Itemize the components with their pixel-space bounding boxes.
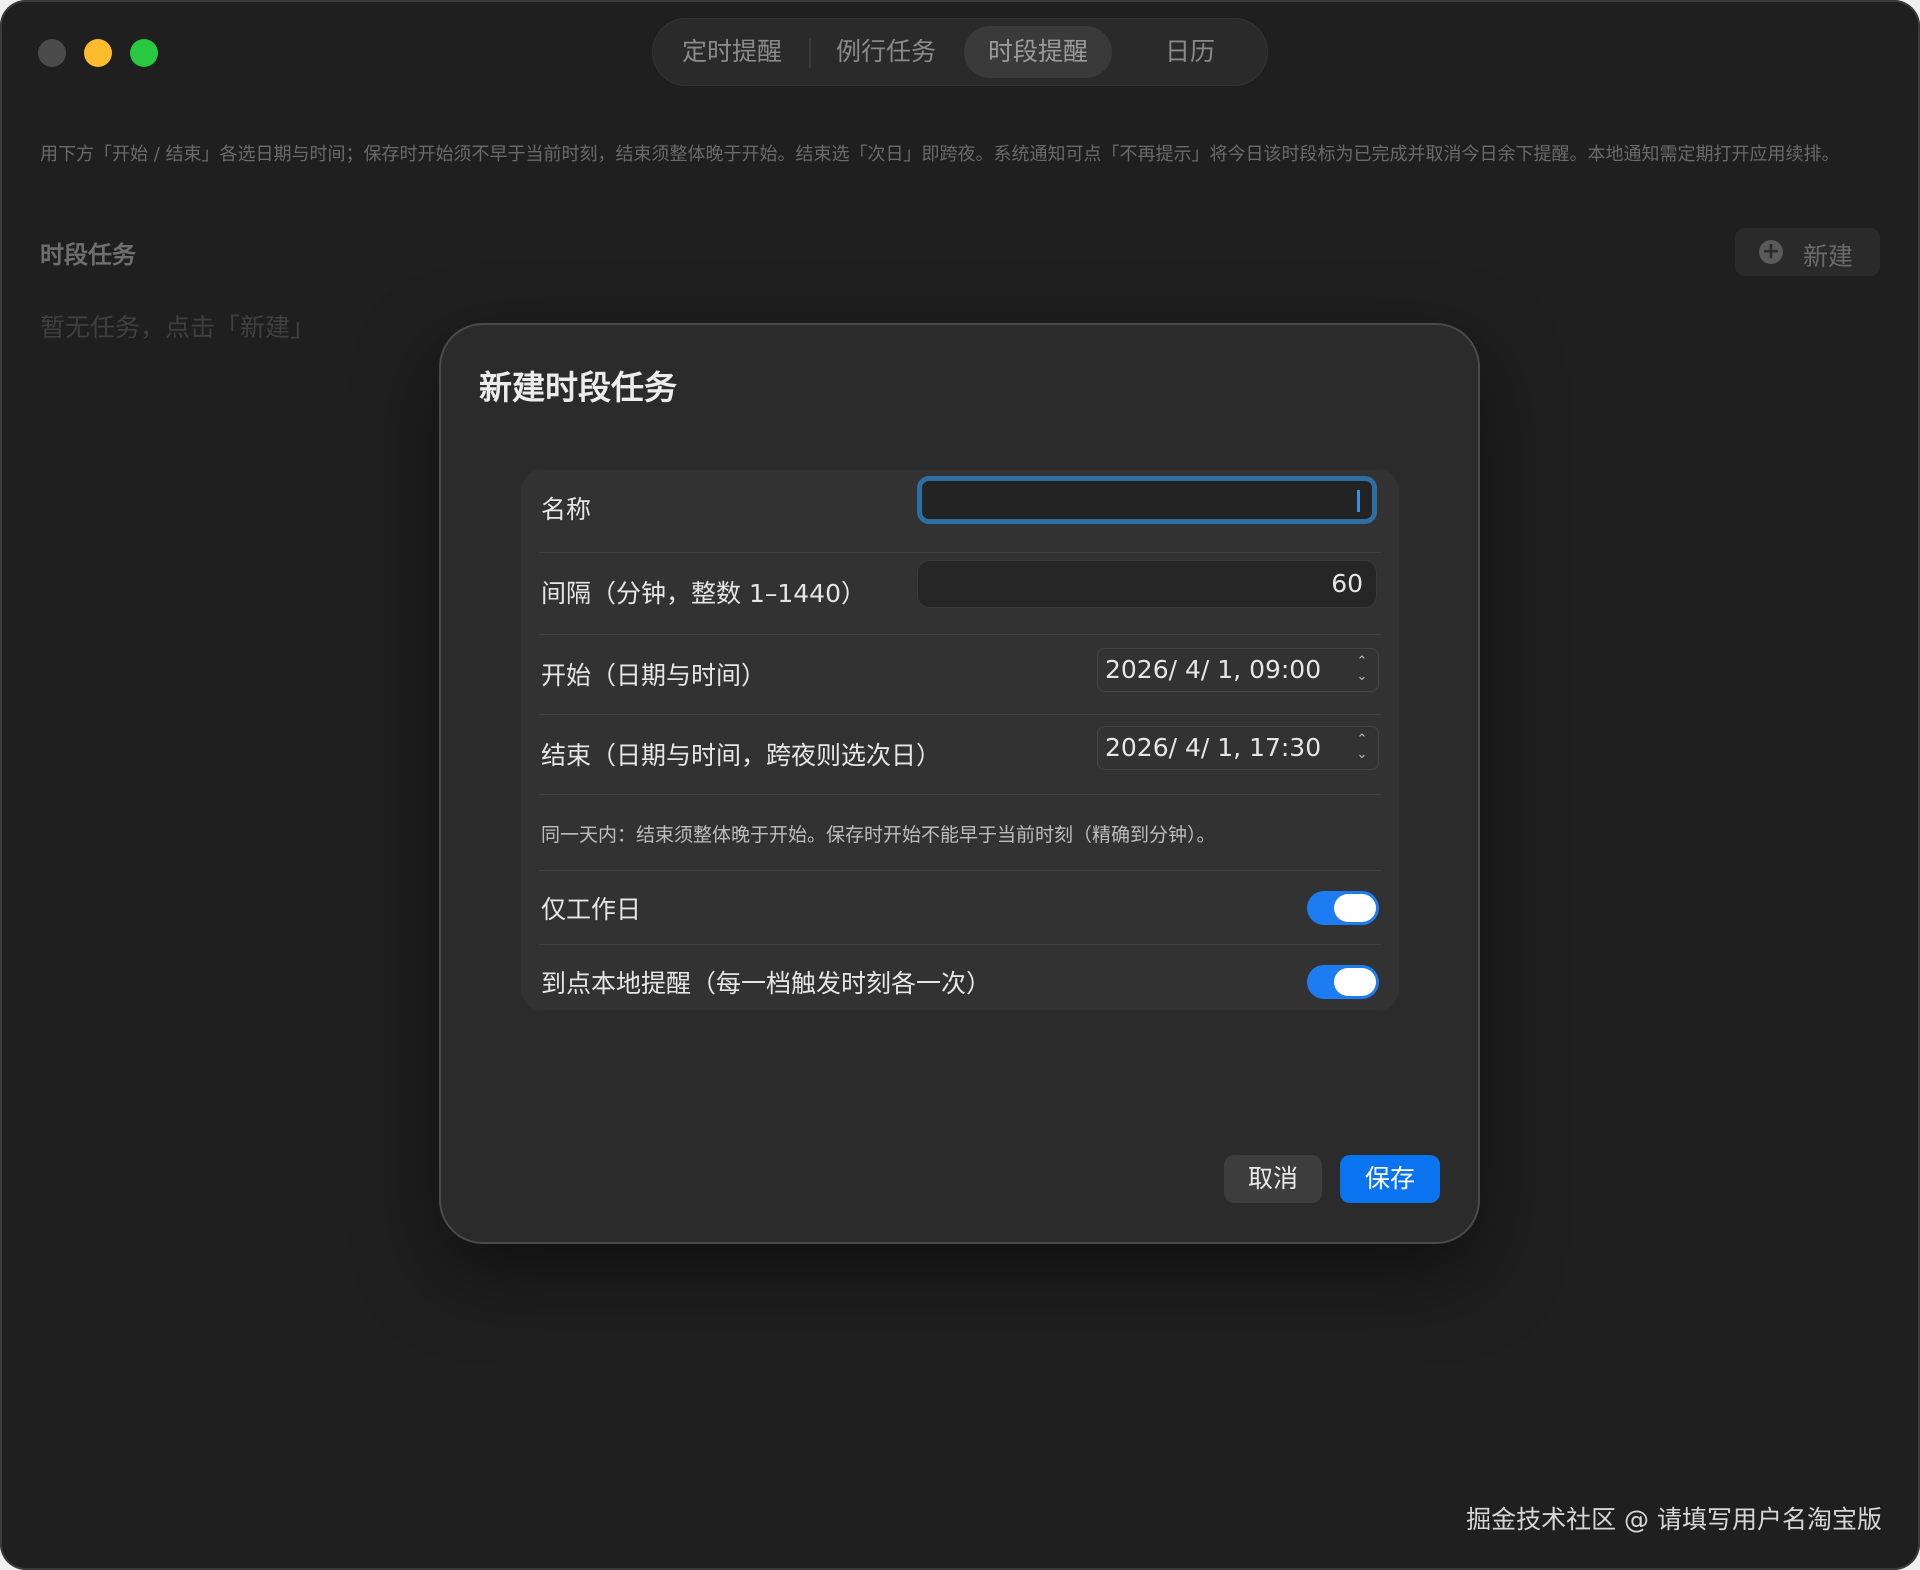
stepper-icon[interactable]: ⌃ ⌄ [1353,732,1371,764]
interval-label: 间隔（分钟，整数 1–1440） [541,579,866,608]
toggle-knob [1334,968,1376,996]
note-row: 同一天内：结束须整体晚于开始。保存时开始不能早于当前时刻（精确到分钟）。 [521,794,1399,870]
save-button[interactable]: 保存 [1340,1155,1440,1203]
toggle-knob [1334,894,1376,922]
watermark: 掘金技术社区 @ 请填写用户名淘宝版 [1466,1505,1882,1534]
zoom-window-button[interactable] [130,39,158,67]
notify-toggle[interactable] [1307,965,1379,999]
new-task-button[interactable]: + 新建 [1735,228,1880,276]
text-caret [1357,490,1360,512]
end-datetime-picker[interactable]: 2026/ 4/ 1, 17:30 ⌃ ⌄ [1097,726,1379,770]
tab-scheduled-reminder[interactable]: 定时提醒 [660,26,804,78]
validation-note: 同一天内：结束须整体晚于开始。保存时开始不能早于当前时刻（精确到分钟）。 [541,824,1216,846]
tab-divider [809,38,811,68]
interval-row: 间隔（分钟，整数 1–1440） 60 [521,552,1399,634]
app-window: 定时提醒 例行任务 时段提醒 日历 用下方「开始 / 结束」各选日期与时间；保存… [0,0,1920,1570]
start-label: 开始（日期与时间） [541,661,767,690]
tab-bar: 定时提醒 例行任务 时段提醒 日历 [652,18,1268,86]
start-datetime-picker[interactable]: 2026/ 4/ 1, 09:00 ⌃ ⌄ [1097,648,1379,692]
dialog-title: 新建时段任务 [479,368,677,407]
name-row: 名称 [521,470,1399,552]
weekdays-label: 仅工作日 [541,895,642,924]
new-task-button-label: 新建 [1803,242,1854,271]
notify-label: 到点本地提醒（每一档触发时刻各一次） [541,969,992,998]
tab-routine-task[interactable]: 例行任务 [814,26,958,78]
empty-state-hint: 暂无任务，点击「新建」 [40,313,316,342]
tab-period-reminder[interactable]: 时段提醒 [964,26,1112,78]
start-row: 开始（日期与时间） 2026/ 4/ 1, 09:00 ⌃ ⌄ [521,634,1399,714]
name-input[interactable] [917,476,1377,524]
page-description: 用下方「开始 / 结束」各选日期与时间；保存时开始须不早于当前时刻，结束须整体晚… [40,144,1840,165]
end-label: 结束（日期与时间，跨夜则选次日） [541,741,942,770]
new-period-task-dialog: 新建时段任务 名称 间隔（分钟，整数 1–1440） 60 开始（日期与时间） … [441,325,1478,1242]
interval-input[interactable]: 60 [917,560,1377,608]
cancel-button[interactable]: 取消 [1224,1155,1322,1203]
name-label: 名称 [541,495,592,524]
start-datetime-value: 2026/ 4/ 1, 09:00 [1105,655,1322,684]
weekdays-row: 仅工作日 [521,870,1399,944]
minimize-window-button[interactable] [84,39,112,67]
notify-row: 到点本地提醒（每一档触发时刻各一次） [521,944,1399,1010]
form-group: 名称 间隔（分钟，整数 1–1440） 60 开始（日期与时间） 2026/ 4… [521,470,1399,1010]
weekdays-toggle[interactable] [1307,891,1379,925]
end-datetime-value: 2026/ 4/ 1, 17:30 [1105,733,1322,762]
end-row: 结束（日期与时间，跨夜则选次日） 2026/ 4/ 1, 17:30 ⌃ ⌄ [521,714,1399,794]
close-window-button[interactable] [38,39,66,67]
stepper-icon[interactable]: ⌃ ⌄ [1353,654,1371,686]
tab-calendar[interactable]: 日历 [1118,26,1262,78]
plus-circle-icon: + [1759,240,1783,264]
section-title: 时段任务 [40,241,136,269]
